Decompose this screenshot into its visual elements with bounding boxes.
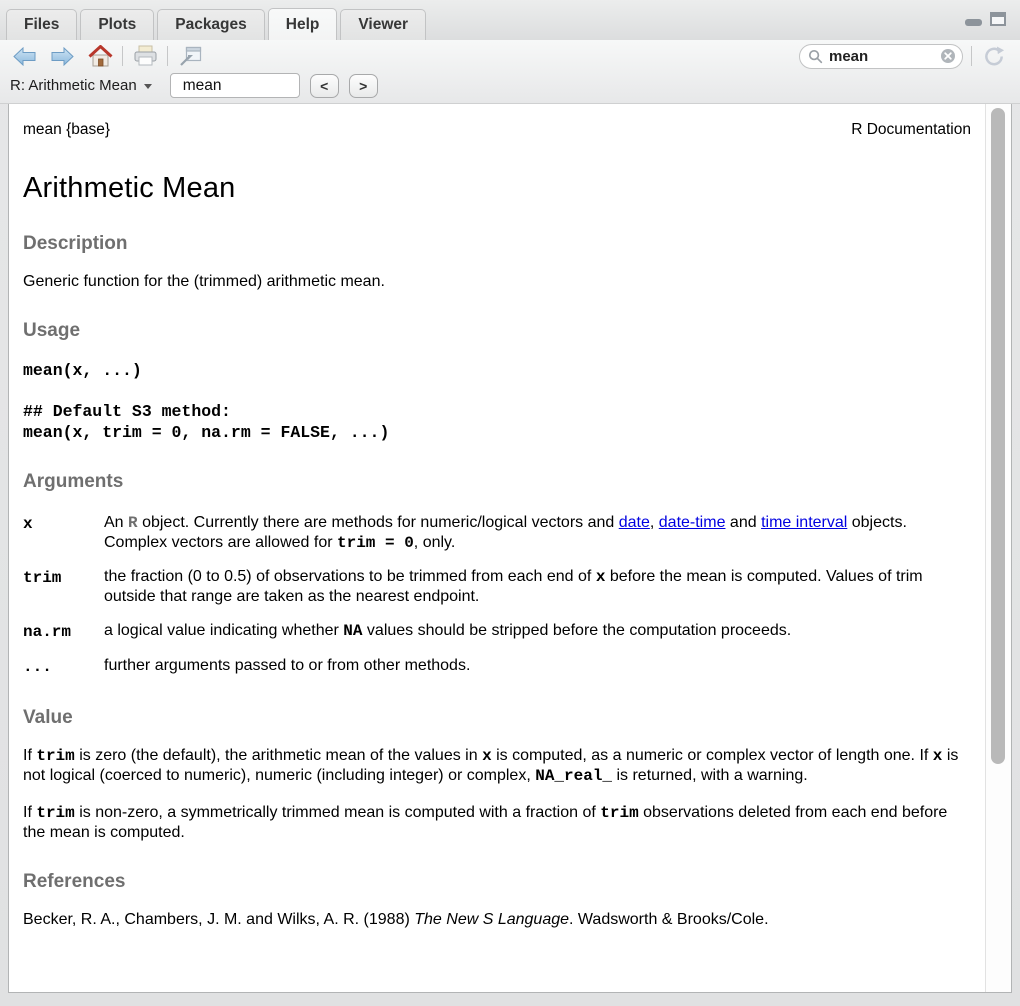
arguments-table: x An R object. Currently there are metho… xyxy=(23,513,971,691)
argument-row: ... further arguments passed to or from … xyxy=(23,656,971,691)
description-text: Generic function for the (trimmed) arith… xyxy=(23,272,971,292)
inline-code: R xyxy=(128,514,138,532)
topic-dropdown-label: R: Arithmetic Mean xyxy=(10,77,137,94)
argument-name: x xyxy=(23,513,104,567)
open-in-new-window-icon xyxy=(179,46,202,67)
inline-code: trim xyxy=(36,747,74,765)
inline-code: x xyxy=(596,568,606,586)
section-heading-references: References xyxy=(23,871,971,893)
argument-description: An R object. Currently there are methods… xyxy=(104,513,971,567)
section-heading-description: Description xyxy=(23,233,971,255)
refresh-icon xyxy=(983,45,1006,68)
page-title: Arithmetic Mean xyxy=(23,172,971,205)
topic-forward-button[interactable]: > xyxy=(349,74,378,98)
help-topic-row: R: Arithmetic Mean < > xyxy=(0,72,1020,103)
show-in-new-window-button[interactable] xyxy=(176,43,204,69)
forward-arrow-icon xyxy=(51,47,74,66)
section-heading-value: Value xyxy=(23,707,971,729)
section-heading-usage: Usage xyxy=(23,320,971,342)
argument-name: trim xyxy=(23,567,104,621)
print-icon xyxy=(133,45,158,67)
inline-code: trim = 0 xyxy=(337,534,414,552)
doc-link[interactable]: date xyxy=(619,514,650,531)
inline-code: NA xyxy=(343,622,362,640)
argument-row: trim the fraction (0 to 0.5) of observat… xyxy=(23,567,971,621)
argument-description: the fraction (0 to 0.5) of observations … xyxy=(104,567,971,621)
home-icon xyxy=(88,45,113,68)
rstudio-help-pane: Files Plots Packages Help Viewer xyxy=(0,0,1020,1006)
help-search-input[interactable] xyxy=(829,48,940,65)
value-paragraph: If trim is zero (the default), the arith… xyxy=(23,746,971,786)
inline-code: NA_real_ xyxy=(535,767,612,785)
section-heading-arguments: Arguments xyxy=(23,471,971,493)
help-toolbar: R: Arithmetic Mean < > xyxy=(0,40,1020,104)
minimize-pane-icon[interactable] xyxy=(965,19,982,26)
tab-files[interactable]: Files xyxy=(6,9,77,40)
help-toolbar-main-row xyxy=(0,40,1020,72)
topic-dropdown[interactable]: R: Arithmetic Mean xyxy=(10,77,152,94)
doc-meta-row: mean {base} R Documentation xyxy=(23,121,971,139)
toolbar-separator xyxy=(122,46,123,66)
value-paragraph: If trim is non-zero, a symmetrically tri… xyxy=(23,803,971,843)
argument-row: na.rm a logical value indicating whether… xyxy=(23,621,971,656)
scrollbar-thumb[interactable] xyxy=(991,108,1005,764)
topic-back-button[interactable]: < xyxy=(310,74,339,98)
help-content-frame: mean {base} R Documentation Arithmetic M… xyxy=(8,103,1012,993)
chevron-down-icon xyxy=(144,84,152,89)
clear-search-icon[interactable] xyxy=(940,48,956,64)
help-search-box xyxy=(799,44,963,69)
argument-name: na.rm xyxy=(23,621,104,656)
vertical-scrollbar[interactable] xyxy=(985,104,1011,992)
tab-plots[interactable]: Plots xyxy=(80,9,154,40)
refresh-button[interactable] xyxy=(980,43,1008,69)
inline-code: x xyxy=(933,747,943,765)
toolbar-separator xyxy=(971,46,972,66)
print-button[interactable] xyxy=(131,43,159,69)
argument-name: ... xyxy=(23,656,104,691)
doc-package-label: mean {base} xyxy=(23,121,110,139)
italic-text: The New S Language xyxy=(414,911,569,928)
search-icon xyxy=(808,49,823,64)
tab-help[interactable]: Help xyxy=(268,8,338,40)
argument-description: a logical value indicating whether NA va… xyxy=(104,621,971,656)
argument-row: x An R object. Currently there are metho… xyxy=(23,513,971,567)
back-button[interactable] xyxy=(10,43,38,69)
tab-viewer[interactable]: Viewer xyxy=(340,9,426,40)
window-controls xyxy=(965,12,1006,26)
inline-code: trim xyxy=(36,804,74,822)
doc-link[interactable]: date-time xyxy=(659,514,726,531)
doc-link[interactable]: time interval xyxy=(761,514,847,531)
usage-code-block: mean(x, ...) ## Default S3 method: mean(… xyxy=(23,361,971,443)
forward-button[interactable] xyxy=(48,43,76,69)
back-arrow-icon xyxy=(13,47,36,66)
home-button[interactable] xyxy=(86,43,114,69)
topic-search-input[interactable] xyxy=(170,73,300,98)
pane-tab-bar: Files Plots Packages Help Viewer xyxy=(0,0,1020,40)
references-text: Becker, R. A., Chambers, J. M. and Wilks… xyxy=(23,910,971,930)
inline-code: x xyxy=(482,747,492,765)
argument-description: further arguments passed to or from othe… xyxy=(104,656,971,691)
maximize-pane-icon[interactable] xyxy=(990,12,1006,26)
help-document: mean {base} R Documentation Arithmetic M… xyxy=(9,104,985,992)
toolbar-separator xyxy=(167,46,168,66)
inline-code: trim xyxy=(600,804,638,822)
tab-packages[interactable]: Packages xyxy=(157,9,265,40)
doc-type-label: R Documentation xyxy=(851,121,971,139)
